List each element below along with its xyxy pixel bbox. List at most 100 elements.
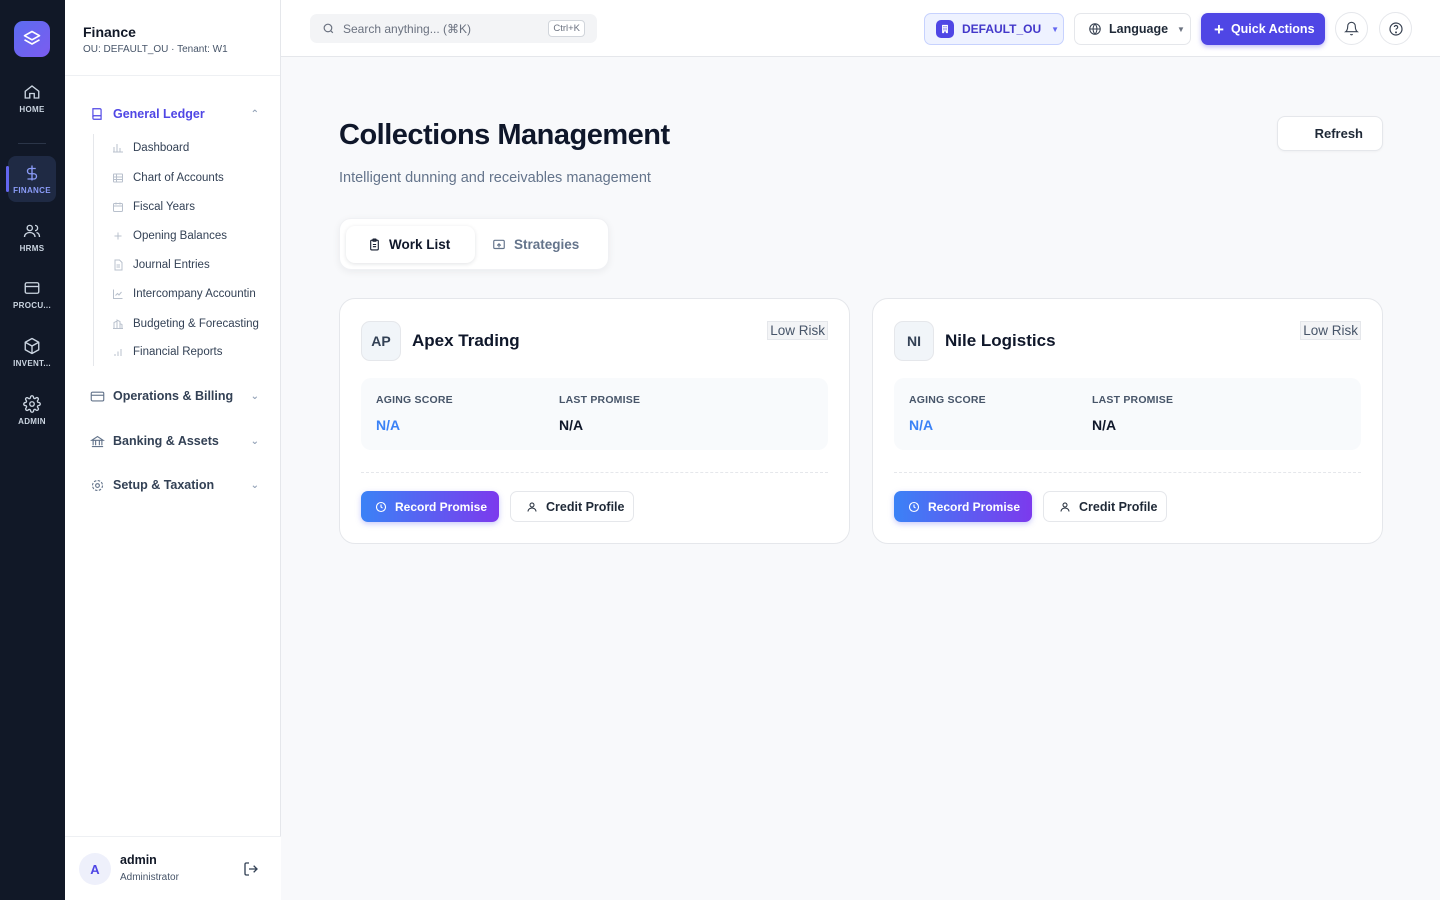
view-tabs: Work List Strategies: [339, 218, 609, 270]
table-icon: [112, 172, 124, 184]
signal-chart-icon: [112, 346, 124, 358]
credit-profile-label: Credit Profile: [546, 499, 625, 514]
ou-selector[interactable]: DEFAULT_OU ▼: [924, 13, 1064, 45]
home-icon: [24, 84, 40, 99]
logout-icon[interactable]: [243, 861, 259, 882]
rail-item-finance[interactable]: FINANCE: [6, 156, 56, 202]
customer-metrics: AGING SCORE N/A LAST PROMISE N/A: [894, 378, 1361, 450]
record-promise-button[interactable]: Record Promise: [894, 491, 1032, 522]
chevron-up-icon: ⌃: [250, 108, 259, 120]
rail-item-procurement[interactable]: PROCU...: [8, 271, 56, 317]
language-selector[interactable]: Language ▼: [1074, 13, 1191, 45]
app-logo-icon[interactable]: [14, 21, 50, 57]
tab-label: Work List: [389, 237, 451, 252]
last-promise-label: LAST PROMISE: [559, 394, 641, 406]
nav-item-fiscal-years[interactable]: Fiscal Years: [112, 201, 195, 213]
presentation-icon: [492, 238, 506, 252]
nav-group-banking-assets[interactable]: Banking & Assets ⌄: [89, 433, 259, 449]
customer-avatar: AP: [361, 321, 401, 361]
rail-item-hrms[interactable]: HRMS: [8, 214, 56, 260]
nav-group-label: Setup & Taxation: [113, 478, 215, 492]
nav-item-label: Intercompany Accountin: [133, 288, 256, 300]
globe-icon: [1089, 23, 1101, 35]
chevron-down-icon: ⌄: [250, 390, 259, 402]
top-bar: Ctrl+K DEFAULT_OU ▼ Language ▼ + Quick A…: [281, 0, 1440, 57]
chevron-down-icon: ⌄: [250, 479, 259, 491]
nav-item-dashboard[interactable]: Dashboard: [112, 142, 189, 154]
nav-item-label: Opening Balances: [133, 230, 227, 242]
avatar[interactable]: A: [79, 853, 111, 885]
refresh-button[interactable]: Refresh: [1277, 116, 1383, 151]
tab-strategies[interactable]: Strategies: [492, 226, 579, 263]
billing-card-icon: [89, 388, 105, 404]
tree-line: [93, 134, 94, 366]
rail-item-home[interactable]: HOME: [8, 75, 56, 121]
help-button[interactable]: [1379, 12, 1412, 45]
nav-item-intercompany[interactable]: Intercompany Accountin: [112, 288, 256, 300]
rail-label: HOME: [19, 104, 45, 114]
credit-profile-button[interactable]: Credit Profile: [1043, 491, 1167, 522]
search-icon: [323, 23, 334, 34]
last-promise-label: LAST PROMISE: [1092, 394, 1174, 406]
clock-icon: [908, 501, 920, 513]
tab-work-list[interactable]: Work List: [346, 226, 475, 263]
nav-group-general-ledger[interactable]: General Ledger ⌃: [89, 106, 259, 122]
nav-item-label: Dashboard: [133, 142, 190, 154]
credit-profile-button[interactable]: Credit Profile: [510, 491, 634, 522]
building-chart-icon: [112, 318, 124, 330]
customer-card: NI Nile Logistics Low Risk AGING SCORE N…: [872, 298, 1383, 544]
sidebar-header: Finance OU: DEFAULT_OU · Tenant: W1: [65, 0, 280, 76]
notifications-button[interactable]: [1335, 12, 1368, 45]
plus-icon: +: [1214, 19, 1224, 39]
global-search[interactable]: Ctrl+K: [310, 14, 597, 43]
module-title: Finance: [83, 24, 136, 40]
nav-item-label: Fiscal Years: [133, 201, 196, 213]
help-circle-icon: [1388, 21, 1403, 36]
nav-item-chart-of-accounts[interactable]: Chart of Accounts: [112, 172, 224, 184]
customer-card: AP Apex Trading Low Risk AGING SCORE N/A…: [339, 298, 850, 544]
nav-group-operations-billing[interactable]: Operations & Billing ⌄: [89, 388, 259, 404]
gear-icon: [23, 394, 41, 413]
aging-score-label: AGING SCORE: [909, 394, 986, 406]
customer-name: Apex Trading: [412, 331, 520, 350]
rail-item-inventory[interactable]: INVENT...: [8, 329, 56, 375]
clock-icon: [375, 501, 387, 513]
tab-label: Strategies: [514, 237, 580, 252]
caret-down-icon: ▼: [1177, 24, 1185, 34]
nav-item-financial-reports[interactable]: Financial Reports: [112, 346, 222, 358]
language-label: Language: [1109, 22, 1169, 36]
record-promise-button[interactable]: Record Promise: [361, 491, 499, 522]
customer-avatar: NI: [894, 321, 934, 361]
credit-profile-label: Credit Profile: [1079, 499, 1158, 514]
user-role: Administrator: [120, 872, 179, 883]
record-promise-label: Record Promise: [395, 499, 488, 514]
nav-item-opening-balances[interactable]: Opening Balances: [112, 230, 227, 242]
nav-group-setup-taxation[interactable]: Setup & Taxation ⌄: [89, 477, 259, 493]
user-icon: [1059, 501, 1071, 513]
search-input[interactable]: [343, 21, 533, 36]
page-subtitle: Intelligent dunning and receivables mana…: [339, 170, 651, 186]
record-promise-label: Record Promise: [928, 499, 1021, 514]
card-divider: [361, 472, 828, 473]
nav-item-budgeting[interactable]: Budgeting & Forecasting: [112, 318, 259, 330]
page-title: Collections Management: [339, 119, 670, 151]
rail-label: HRMS: [19, 243, 45, 253]
book-icon: [89, 106, 105, 122]
box-icon: [24, 337, 40, 354]
user-panel: A admin Administrator: [65, 836, 281, 900]
user-name: admin: [120, 853, 157, 867]
card-divider: [894, 472, 1361, 473]
customer-name: Nile Logistics: [945, 331, 1056, 350]
quick-actions-label: Quick Actions: [1230, 22, 1315, 36]
rail-label: ADMIN: [18, 416, 46, 426]
nav-item-journal-entries[interactable]: Journal Entries: [112, 259, 210, 271]
quick-actions-button[interactable]: + Quick Actions: [1201, 13, 1325, 45]
nav-group-label: Banking & Assets: [113, 434, 219, 448]
last-promise-value: N/A: [1092, 417, 1117, 433]
dollar-icon: [26, 165, 38, 180]
nav-item-label: Budgeting & Forecasting: [133, 318, 259, 330]
last-promise-value: N/A: [559, 417, 584, 433]
rail-item-admin[interactable]: ADMIN: [8, 387, 56, 433]
sidebar: Finance OU: DEFAULT_OU · Tenant: W1: [65, 0, 281, 900]
risk-badge: Low Risk: [767, 321, 828, 340]
